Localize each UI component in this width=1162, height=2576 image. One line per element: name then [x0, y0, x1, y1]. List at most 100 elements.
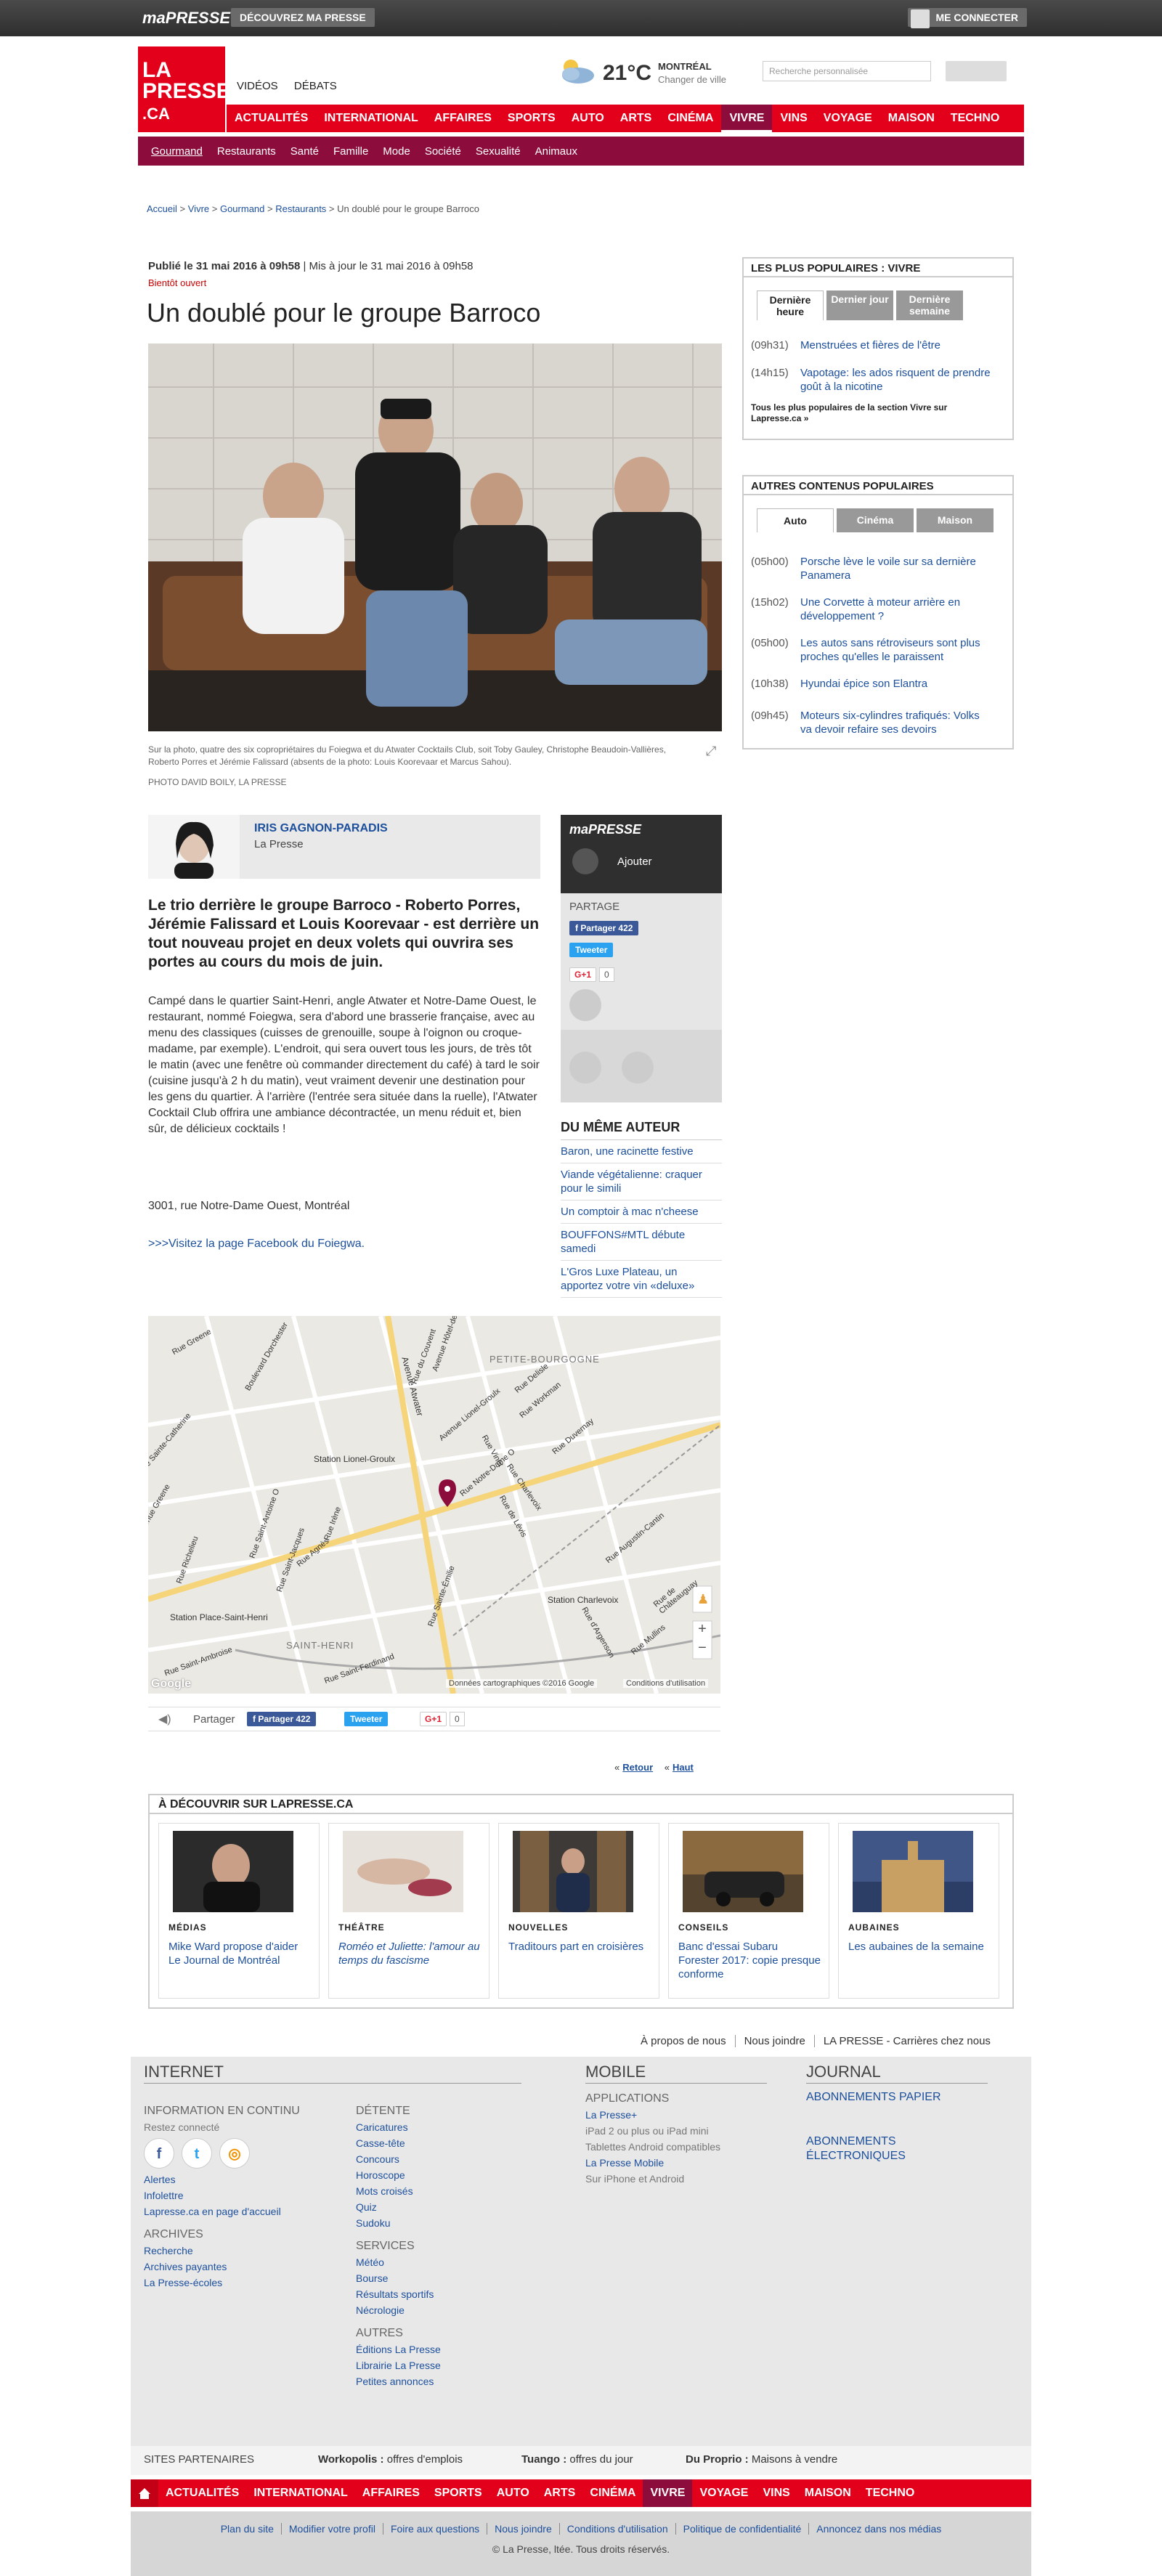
footnav-auto[interactable]: AUTO: [489, 2479, 537, 2507]
search-button[interactable]: [946, 61, 1007, 81]
pegman-icon[interactable]: ♟: [697, 1592, 709, 1607]
nav-cinema[interactable]: CINÉMA: [659, 105, 721, 132]
facebook-page-link[interactable]: >>>Visitez la page Facebook du Foiegwa.: [148, 1238, 365, 1251]
footer-link[interactable]: Concours: [356, 2151, 523, 2167]
footnav-international[interactable]: INTERNATIONAL: [246, 2479, 354, 2507]
legal-link[interactable]: Conditions d'utilisation: [559, 2523, 676, 2535]
subnav-gourmand[interactable]: Gourmand: [144, 145, 210, 158]
discover-card[interactable]: MÉDIAS Mike Ward propose d'aider Le Jour…: [158, 1823, 320, 1999]
facebook-icon[interactable]: f: [144, 2138, 174, 2169]
add-icon[interactable]: [572, 848, 598, 874]
footer-link[interactable]: La Presse-écoles: [144, 2275, 340, 2291]
breadcrumb-restaurants[interactable]: Restaurants: [275, 203, 326, 214]
footnav-arts[interactable]: ARTS: [537, 2479, 583, 2507]
tab-cinema[interactable]: Cinéma: [837, 508, 914, 532]
footnav-cinema[interactable]: CINÉMA: [582, 2479, 643, 2507]
nav-voyage[interactable]: VOYAGE: [816, 105, 880, 132]
nav-auto[interactable]: AUTO: [564, 105, 612, 132]
nav-vins[interactable]: VINS: [772, 105, 815, 132]
discover-card[interactable]: THÉÂTRE Roméo et Juliette: l'amour au te…: [328, 1823, 489, 1999]
expand-icon[interactable]: ⤢: [706, 744, 716, 759]
discover-card[interactable]: NOUVELLES Traditours part en croisières: [498, 1823, 659, 1999]
nav-actualites[interactable]: ACTUALITÉS: [227, 105, 316, 132]
subnav-restaurants[interactable]: Restaurants: [210, 145, 283, 158]
nav-techno[interactable]: TECHNO: [943, 105, 1008, 132]
login-button[interactable]: ME CONNECTER: [908, 8, 1027, 28]
author-name[interactable]: IRIS GAGNON-PARADIS: [254, 822, 388, 835]
footer-link[interactable]: La Presse+: [585, 2107, 767, 2123]
footer-link[interactable]: Éditions La Presse: [356, 2341, 523, 2357]
tweet-button[interactable]: Tweeter: [569, 943, 614, 957]
footnav-actualites[interactable]: ACTUALITÉS: [158, 2479, 246, 2507]
legal-link[interactable]: Nous joindre: [487, 2523, 560, 2535]
breadcrumb-gourmand[interactable]: Gourmand: [220, 203, 264, 214]
footer-link[interactable]: Recherche: [144, 2243, 340, 2259]
home-icon[interactable]: [131, 2479, 158, 2507]
discover-card-title[interactable]: Les aubaines de la semaine: [848, 1940, 991, 1954]
footnav-sports[interactable]: SPORTS: [427, 2479, 489, 2507]
footer-link[interactable]: Caricatures: [356, 2119, 523, 2135]
breadcrumb-accueil[interactable]: Accueil: [147, 203, 177, 214]
discover-card-title[interactable]: Banc d'essai Subaru Forester 2017: copie…: [678, 1940, 821, 1981]
email-icon[interactable]: [569, 989, 601, 1021]
map-terms-link[interactable]: Conditions d'utilisation: [623, 1679, 709, 1688]
contact-link[interactable]: Nous joindre: [735, 2035, 815, 2047]
footer-link[interactable]: Nécrologie: [356, 2302, 523, 2318]
careers-link[interactable]: LA PRESSE - Carrières chez nous: [815, 2035, 999, 2047]
legal-link[interactable]: Annoncez dans nos médias: [809, 2523, 948, 2535]
subnav-sexualite[interactable]: Sexualité: [468, 145, 528, 158]
footer-link[interactable]: Archives payantes: [144, 2259, 340, 2275]
footnav-affaires[interactable]: AFFAIRES: [355, 2479, 427, 2507]
footnav-vins[interactable]: VINS: [755, 2479, 797, 2507]
lapresse-logo[interactable]: LA PRESSE .CA: [138, 46, 231, 132]
top-link[interactable]: Haut: [673, 1762, 694, 1773]
legal-link[interactable]: Modifier votre profil: [281, 2523, 383, 2535]
tab-dernier-jour[interactable]: Dernier jour: [826, 290, 893, 320]
footer-link[interactable]: Librairie La Presse: [356, 2357, 523, 2373]
tweet-button[interactable]: Tweeter: [344, 1712, 389, 1726]
footer-link[interactable]: La Presse Mobile: [585, 2155, 767, 2171]
mapresse-logo[interactable]: maPRESSE: [142, 9, 230, 28]
legal-link[interactable]: Politique de confidentialité: [675, 2523, 810, 2535]
footer-link[interactable]: Quiz: [356, 2199, 523, 2215]
partner-tuango[interactable]: Tuango : offres du jour: [521, 2453, 633, 2466]
discover-card[interactable]: AUBAINES Les aubaines de la semaine: [838, 1823, 999, 1999]
discover-card[interactable]: CONSEILS Banc d'essai Subaru Forester 20…: [668, 1823, 829, 1999]
subnav-mode[interactable]: Mode: [375, 145, 418, 158]
discover-mapresse-button[interactable]: DÉCOUVREZ MA PRESSE: [231, 8, 375, 27]
tab-derniere-heure[interactable]: Dernière heure: [757, 290, 824, 320]
footnav-techno[interactable]: TECHNO: [858, 2479, 922, 2507]
rss-icon[interactable]: ◎: [219, 2138, 250, 2169]
zoom-in-button[interactable]: +: [694, 1621, 710, 1638]
footer-link[interactable]: ABONNEMENTS ÉLECTRONIQUES: [806, 2134, 988, 2163]
footer-link[interactable]: Météo: [356, 2254, 523, 2270]
font-size-icon[interactable]: [569, 1052, 601, 1084]
footer-link[interactable]: Sudoku: [356, 2215, 523, 2231]
footer-link[interactable]: Horoscope: [356, 2167, 523, 2183]
same-author-item[interactable]: Un comptoir à mac n'cheese: [561, 1200, 722, 1224]
footer-link[interactable]: Petites annonces: [356, 2373, 523, 2389]
footer-link[interactable]: Alertes: [144, 2171, 340, 2187]
gplus[interactable]: G+1 0: [569, 967, 614, 982]
same-author-item[interactable]: Viande végétalienne: craquer pour le sim…: [561, 1163, 722, 1200]
subnav-famille[interactable]: Famille: [326, 145, 375, 158]
footer-link[interactable]: Infolettre: [144, 2187, 340, 2203]
weather-widget[interactable]: 21°C MONTRÉAL Changer de ville: [556, 51, 752, 94]
footer-link[interactable]: Lapresse.ca en page d'accueil: [144, 2203, 340, 2219]
add-button[interactable]: Ajouter: [617, 856, 652, 868]
tab-auto[interactable]: Auto: [757, 508, 834, 532]
header-link-debats[interactable]: DÉBATS: [294, 80, 337, 92]
print-icon[interactable]: [622, 1052, 654, 1084]
footnav-maison[interactable]: MAISON: [797, 2479, 858, 2507]
nav-arts[interactable]: ARTS: [612, 105, 660, 132]
tab-derniere-semaine[interactable]: Dernière semaine: [896, 290, 963, 320]
facebook-share-button[interactable]: f Partager 422: [247, 1712, 317, 1726]
twitter-icon[interactable]: t: [182, 2138, 212, 2169]
facebook-share[interactable]: f Partager 422: [569, 921, 639, 935]
footer-link[interactable]: ABONNEMENTS PAPIER: [806, 2089, 988, 2105]
header-link-videos[interactable]: VIDÉOS: [237, 80, 278, 92]
popular-more-link[interactable]: Tous les plus populaires de la section V…: [751, 402, 998, 424]
gplus-button[interactable]: G+1: [569, 967, 597, 982]
gplus-button[interactable]: G+1: [420, 1712, 447, 1726]
same-author-item[interactable]: BOUFFONS#MTL débute samedi: [561, 1224, 722, 1261]
